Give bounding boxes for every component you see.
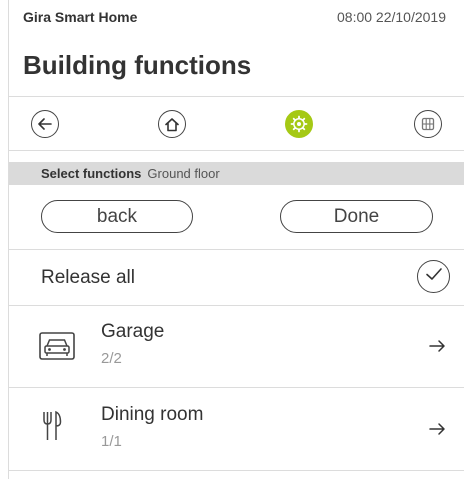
clock: 08:00 22/10/2019 bbox=[337, 9, 446, 25]
grid-nav-button[interactable] bbox=[414, 110, 442, 138]
room-row-garage[interactable]: Garage 2/2 bbox=[9, 305, 464, 388]
back-nav-button[interactable] bbox=[31, 110, 59, 138]
room-count: 2/2 bbox=[101, 350, 122, 367]
nav-bar bbox=[9, 96, 464, 151]
checkmark-icon bbox=[425, 267, 443, 286]
settings-nav-button[interactable] bbox=[285, 110, 313, 138]
home-icon bbox=[164, 117, 180, 132]
grid-icon bbox=[421, 117, 435, 131]
release-all-label: Release all bbox=[41, 267, 135, 288]
fork-knife-icon bbox=[42, 410, 62, 447]
chevron-right-arrow-icon bbox=[429, 339, 446, 358]
home-nav-button[interactable] bbox=[158, 110, 186, 138]
room-name: Dining room bbox=[101, 404, 204, 425]
selection-breadcrumb: Select functions Ground floor bbox=[9, 162, 464, 185]
page-title: Building functions bbox=[23, 50, 252, 80]
release-all-row[interactable]: Release all bbox=[9, 249, 464, 306]
back-arrow-icon bbox=[37, 117, 53, 131]
chevron-right-arrow-icon bbox=[429, 422, 446, 441]
release-all-check-button[interactable] bbox=[417, 260, 450, 293]
selection-value: Ground floor bbox=[147, 166, 220, 181]
room-count: 1/1 bbox=[101, 433, 122, 450]
action-row: back Done bbox=[9, 185, 464, 250]
app-name: Gira Smart Home bbox=[23, 9, 138, 25]
back-button[interactable]: back bbox=[41, 200, 193, 233]
status-bar: Gira Smart Home 08:00 22/10/2019 bbox=[23, 7, 446, 27]
selection-label: Select functions bbox=[41, 166, 142, 181]
done-button[interactable]: Done bbox=[280, 200, 433, 233]
room-row-dining-room[interactable]: Dining room 1/1 bbox=[9, 388, 464, 471]
room-name: Garage bbox=[101, 321, 165, 342]
garage-car-icon bbox=[39, 332, 75, 365]
settings-gear-icon bbox=[290, 115, 308, 133]
